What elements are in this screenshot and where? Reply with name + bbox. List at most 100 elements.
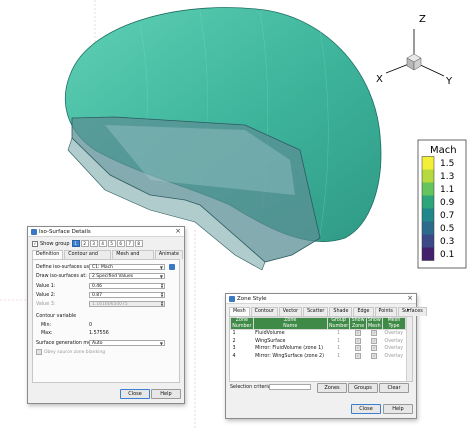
checkbox[interactable]: ✓ <box>355 345 362 351</box>
show-mesh-checkbox[interactable]: ✓ <box>366 352 383 360</box>
zone-number-cell: 3 <box>230 345 254 353</box>
table-row[interactable]: 4 Mirror: WingSurface (zone 2) 1 ✓ ✓ Overlay <box>230 352 406 360</box>
show-group-checkbox[interactable]: ✓ <box>32 240 38 247</box>
group-box-4[interactable]: 4 <box>98 240 107 247</box>
column-header[interactable]: Group Number <box>326 317 351 330</box>
column-header-text: Number <box>328 323 349 329</box>
group-box-8[interactable]: 8 <box>134 240 143 247</box>
checkbox[interactable]: ✓ <box>355 352 362 359</box>
group-box-7[interactable]: 7 <box>125 240 134 247</box>
close-icon[interactable]: × <box>175 228 181 235</box>
group-box-5[interactable]: 5 <box>107 240 116 247</box>
legend-color-bar <box>421 156 435 261</box>
value2: 0.87 <box>92 293 103 298</box>
legend-swatch <box>422 221 434 235</box>
zone-help-button[interactable]: Help <box>383 404 413 414</box>
iso-surface-dialog: Iso-Surface Details × ✓ Show group 12345… <box>27 226 185 404</box>
value2-input[interactable]: 0.87 ▲ ▼ <box>89 292 165 298</box>
draw-mode-select[interactable]: 2 Specified Values ▼ <box>89 273 165 279</box>
legend-level-label: 0.3 <box>440 237 454 247</box>
show-zone-checkbox[interactable]: ✓ <box>349 345 367 353</box>
checkbox[interactable]: ✓ <box>355 330 362 336</box>
iso-close-button[interactable]: Close <box>120 389 150 399</box>
zone-dialog-title: Zone Style <box>237 295 267 302</box>
checkbox[interactable]: ✓ <box>371 352 378 359</box>
draw-label: Draw iso-surfaces at: <box>36 274 87 279</box>
tab-edge[interactable]: Edge <box>353 307 374 316</box>
axis-label-y: Y <box>445 76 453 87</box>
obey-blanking-row: Obey source zone blanking <box>36 349 105 355</box>
tab-vector[interactable]: Vector <box>278 307 303 316</box>
mesh-type-cell: Overlay <box>382 337 406 345</box>
tab-shade[interactable]: Shade <box>329 307 353 316</box>
zones-button[interactable]: Zones <box>317 383 347 393</box>
legend-level-label: 1.1 <box>440 185 454 195</box>
obey-blanking-label: Obey source zone blanking <box>44 349 106 355</box>
zone-dialog-titlebar[interactable]: Zone Style × <box>226 294 416 304</box>
zone-table-scrollbar[interactable] <box>406 317 412 381</box>
checkbox[interactable]: ✓ <box>355 337 362 344</box>
close-icon[interactable]: × <box>407 295 413 302</box>
min-value: 0 <box>89 323 93 328</box>
group-box-1[interactable]: 1 <box>71 240 80 247</box>
column-header[interactable]: Show Zone <box>349 317 367 330</box>
max-label: Max: <box>41 331 53 336</box>
tab-mesh[interactable]: Mesh <box>229 307 250 316</box>
define-variable-select[interactable]: C1: Mach ▼ <box>89 264 165 270</box>
show-mesh-checkbox[interactable]: ✓ <box>366 329 383 338</box>
zone-close-button[interactable]: Close <box>351 404 381 414</box>
variable-picker-icon[interactable] <box>169 264 175 270</box>
show-mesh-checkbox[interactable]: ✓ <box>366 337 383 345</box>
value3-label: Value 3: <box>36 302 56 307</box>
checkbox[interactable]: ✓ <box>371 337 378 344</box>
value1-input[interactable]: 0.46 ▲ ▼ <box>89 283 165 289</box>
value1-label: Value 1: <box>36 284 56 289</box>
tab-points[interactable]: Points <box>374 307 397 316</box>
min-label: Min: <box>41 323 52 328</box>
column-header[interactable]: Mesh Type <box>381 317 407 330</box>
iso-dialog-titlebar[interactable]: Iso-Surface Details × <box>28 227 184 237</box>
group-number-cell: 1 <box>327 352 350 360</box>
checkbox[interactable]: ✓ <box>371 345 378 351</box>
mesh-type-cell: Overlay <box>382 345 406 353</box>
tab-contour-shade[interactable]: Contour and Shade <box>64 250 112 265</box>
column-header-text: Show <box>367 318 381 323</box>
group-selector: 12345678 <box>71 240 144 247</box>
tab-contour[interactable]: Contour <box>250 307 278 316</box>
column-header[interactable]: Show Mesh <box>365 317 383 330</box>
show-zone-checkbox[interactable]: ✓ <box>349 337 367 345</box>
tab-animate[interactable]: Animate <box>154 250 183 259</box>
zone-name-cell: FluidVolume <box>253 329 328 338</box>
zone-number-cell: 2 <box>230 337 254 345</box>
show-mesh-checkbox[interactable]: ✓ <box>366 345 383 353</box>
iso-help-button[interactable]: Help <box>151 389 181 399</box>
table-row[interactable]: 1 FluidVolume 1 ✓ ✓ Overlay <box>230 329 406 338</box>
table-row[interactable]: 2 WingSurface 1 ✓ ✓ Overlay <box>230 337 406 345</box>
column-header[interactable]: Zone Name <box>252 317 328 330</box>
show-zone-checkbox[interactable]: ✓ <box>349 352 367 360</box>
group-box-6[interactable]: 6 <box>116 240 125 247</box>
groups-button[interactable]: Groups <box>348 383 378 393</box>
obey-blanking-checkbox[interactable] <box>36 349 42 355</box>
method-select[interactable]: Auto ▼ <box>89 340 165 346</box>
clear-button[interactable]: Clear <box>379 383 409 393</box>
table-row[interactable]: 3 Mirror: FluidVolume (zone 1) 1 ✓ ✓ Overlay <box>230 345 406 353</box>
iso-dialog-title: Iso-Surface Details <box>39 228 91 235</box>
selection-criteria-input[interactable] <box>269 384 311 390</box>
checkbox[interactable]: ✓ <box>371 330 378 336</box>
tab-scroll-right-icon[interactable]: ▸ <box>407 307 410 313</box>
group-box-3[interactable]: 3 <box>89 240 98 247</box>
column-header-text: Name <box>283 323 298 329</box>
mesh-type-cell: Overlay <box>382 352 406 360</box>
zone-name-cell: Mirror: WingSurface (zone 2) <box>253 352 328 360</box>
value3-input[interactable]: 1.16160650075 ▲ ▼ <box>89 301 165 307</box>
column-header[interactable]: Zone Number <box>230 317 254 330</box>
tab-surfaces[interactable]: Surfaces <box>397 307 427 316</box>
show-zone-checkbox[interactable]: ✓ <box>349 329 367 338</box>
column-header-text: Zone <box>351 323 365 329</box>
tab-definition[interactable]: Definition <box>32 250 64 259</box>
tab-mesh-vector[interactable]: Mesh and Vector <box>112 250 154 265</box>
tab-scatter[interactable]: Scatter <box>303 307 329 316</box>
group-box-2[interactable]: 2 <box>80 240 89 247</box>
draw-value: 2 Specified Values <box>92 274 134 279</box>
